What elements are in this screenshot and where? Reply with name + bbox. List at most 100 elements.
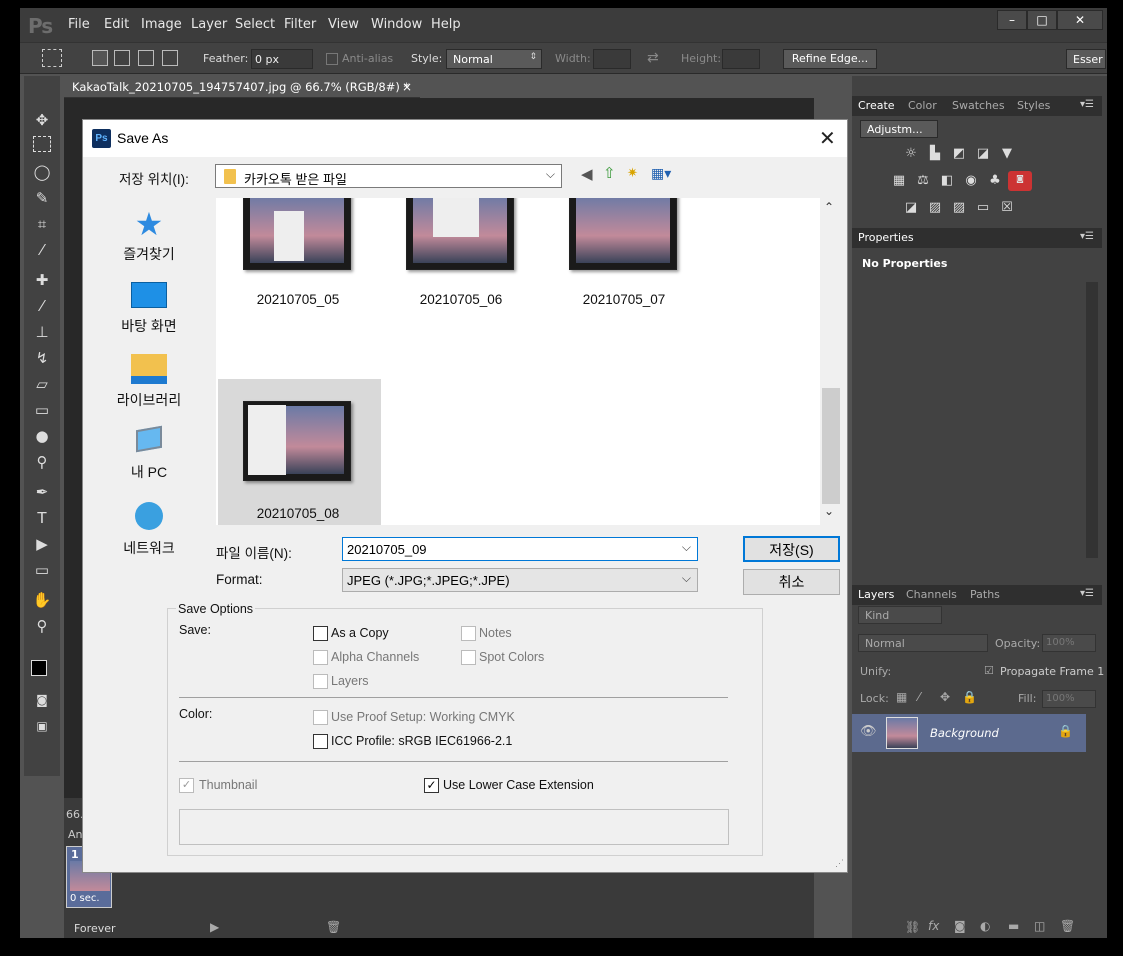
menu-window[interactable]: Window [371, 17, 422, 32]
visibility-eye-icon[interactable]: 👁 [860, 724, 877, 739]
stamp-tool-icon[interactable]: ⊥ [32, 322, 52, 342]
save-in-select[interactable]: 카카오톡 받은 파일 ⌵ [215, 164, 562, 188]
notes-checkbox[interactable] [461, 626, 476, 641]
layers-checkbox[interactable] [313, 674, 328, 689]
file-name[interactable]: 20210705_05 [228, 292, 368, 307]
place-network[interactable]: 네트워크 [91, 502, 207, 558]
dodge-tool-icon[interactable]: ⚲ [32, 452, 52, 472]
antialias-checkbox[interactable] [326, 53, 338, 65]
cancel-button[interactable]: 취소 [743, 569, 840, 595]
channel-mixer-icon[interactable]: ♣ [986, 173, 1004, 189]
icc-profile-checkbox[interactable] [313, 734, 328, 749]
tab-styles[interactable]: Styles [1017, 99, 1050, 112]
screen-mode-icon[interactable]: ▣ [32, 716, 52, 736]
tab-layers[interactable]: Layers [858, 588, 894, 601]
close-window-button[interactable]: ✕ [1057, 10, 1103, 30]
file-name[interactable]: 20210705_07 [554, 292, 694, 307]
healing-brush-icon[interactable]: ✚ [32, 270, 52, 290]
width-input[interactable] [593, 49, 631, 69]
style-select[interactable]: Normal ⇕ [446, 49, 542, 69]
hand-tool-icon[interactable]: ✋ [32, 590, 52, 610]
place-favorites[interactable]: ★ 즐겨찾기 [91, 208, 207, 264]
photo-filter-icon[interactable]: ◉ [962, 173, 980, 189]
new-selection-icon[interactable] [92, 50, 108, 66]
layer-row-background[interactable]: 👁 Background 🔒 [852, 714, 1086, 752]
selective-color-icon[interactable]: ☒ [998, 200, 1016, 216]
place-this-pc[interactable]: 내 PC [91, 425, 207, 482]
back-icon[interactable]: ◀ [581, 165, 593, 183]
adjustments-dropdown[interactable]: Adjustm... [860, 120, 938, 138]
file-list-scrollbar[interactable]: ⌃ ⌄ [820, 198, 842, 525]
group-folder-icon[interactable]: ▬ [1008, 919, 1019, 933]
menu-view[interactable]: View [328, 17, 359, 32]
tab-channels[interactable]: Channels [906, 588, 957, 601]
alpha-channels-checkbox[interactable] [313, 650, 328, 665]
document-tab[interactable]: KakaoTalk_20210705_194757407.jpg @ 66.7%… [64, 76, 420, 98]
marquee-tool-icon[interactable] [33, 136, 51, 152]
place-desktop[interactable]: 바탕 화면 [91, 282, 207, 336]
tab-paths[interactable]: Paths [970, 588, 1000, 601]
view-menu-icon[interactable]: ▦▾ [651, 165, 671, 182]
minimize-button[interactable]: – [997, 10, 1027, 30]
pen-tool-icon[interactable]: ✒ [32, 482, 52, 502]
quick-mask-icon[interactable]: ◙ [32, 690, 52, 710]
feather-input[interactable]: 0 px [251, 49, 313, 69]
threshold-icon[interactable]: ▨ [950, 200, 968, 216]
lock-transparent-icon[interactable]: ▦ [896, 690, 907, 704]
eraser-tool-icon[interactable]: ▱ [32, 374, 52, 394]
scroll-up-icon[interactable]: ⌃ [824, 200, 834, 214]
exposure-icon[interactable]: ◪ [974, 146, 992, 162]
thumbnail-checkbox[interactable]: ✓ [179, 778, 194, 793]
zoom-tool-icon[interactable]: ⚲ [32, 616, 52, 636]
quick-select-tool-icon[interactable]: ✎ [32, 188, 52, 208]
menu-select[interactable]: Select [235, 17, 275, 32]
opacity-input[interactable]: 100% [1042, 634, 1096, 652]
gradient-tool-icon[interactable]: ▭ [32, 400, 52, 420]
close-tab-icon[interactable]: × [402, 80, 412, 94]
type-tool-icon[interactable]: T [32, 508, 52, 528]
selected-file-item[interactable]: 20210705_08 [218, 379, 381, 525]
up-folder-icon[interactable]: ⇧ [603, 164, 616, 182]
tab-color[interactable]: Color [908, 99, 937, 112]
workspace-button[interactable]: Esser [1066, 49, 1106, 69]
filename-input[interactable]: 20210705_09 ⌵ [342, 537, 698, 561]
curves-icon[interactable]: ◩ [950, 146, 968, 162]
color-lookup-icon[interactable]: ◙ [1008, 171, 1032, 191]
menu-help[interactable]: Help [431, 17, 461, 32]
lower-case-extension-checkbox[interactable]: ✓ [424, 778, 439, 793]
adjustment-layer-icon[interactable]: ◐ [980, 919, 990, 933]
frame-delay[interactable]: 0 sec. [70, 893, 100, 904]
delete-layer-icon[interactable]: 🗑 [1060, 919, 1075, 933]
place-libraries[interactable]: 라이브러리 [91, 354, 207, 410]
refine-edge-button[interactable]: Refine Edge... [783, 49, 877, 69]
menu-layer[interactable]: Layer [191, 17, 227, 32]
menu-image[interactable]: Image [141, 17, 182, 32]
levels-icon[interactable]: ▙ [926, 146, 944, 162]
lasso-tool-icon[interactable]: ◯ [32, 162, 52, 182]
black-white-icon[interactable]: ◧ [938, 173, 956, 189]
tab-properties[interactable]: Properties [858, 231, 914, 244]
loop-select[interactable]: Forever [74, 922, 116, 935]
tab-swatches[interactable]: Swatches [952, 99, 1005, 112]
marquee-tool-preset-icon[interactable] [42, 49, 62, 67]
vibrance-icon[interactable]: ▼ [998, 146, 1016, 162]
menu-edit[interactable]: Edit [104, 17, 129, 32]
menu-filter[interactable]: Filter [284, 17, 316, 32]
path-select-icon[interactable]: ▶ [32, 534, 52, 554]
use-proof-setup-checkbox[interactable] [313, 710, 328, 725]
chevron-down-icon[interactable]: ⌵ [682, 540, 691, 555]
blur-tool-icon[interactable]: ● [32, 426, 52, 446]
play-icon[interactable]: ▶ [210, 920, 219, 934]
new-layer-icon[interactable]: ◫ [1034, 919, 1045, 933]
maximize-button[interactable]: □ [1027, 10, 1057, 30]
brush-tool-icon[interactable]: ⁄ [32, 296, 52, 316]
crop-tool-icon[interactable]: ⌗ [32, 214, 52, 234]
as-a-copy-checkbox[interactable] [313, 626, 328, 641]
save-button[interactable]: 저장(S) [743, 536, 840, 562]
layers-menu-icon[interactable]: ▾☰ [1080, 588, 1094, 599]
lock-pixels-icon[interactable]: ⁄ [918, 690, 920, 704]
swap-arrows-icon[interactable]: ⇄ [647, 50, 659, 66]
shape-tool-icon[interactable]: ▭ [32, 560, 52, 580]
add-selection-icon[interactable] [114, 50, 130, 66]
subtract-selection-icon[interactable] [138, 50, 154, 66]
